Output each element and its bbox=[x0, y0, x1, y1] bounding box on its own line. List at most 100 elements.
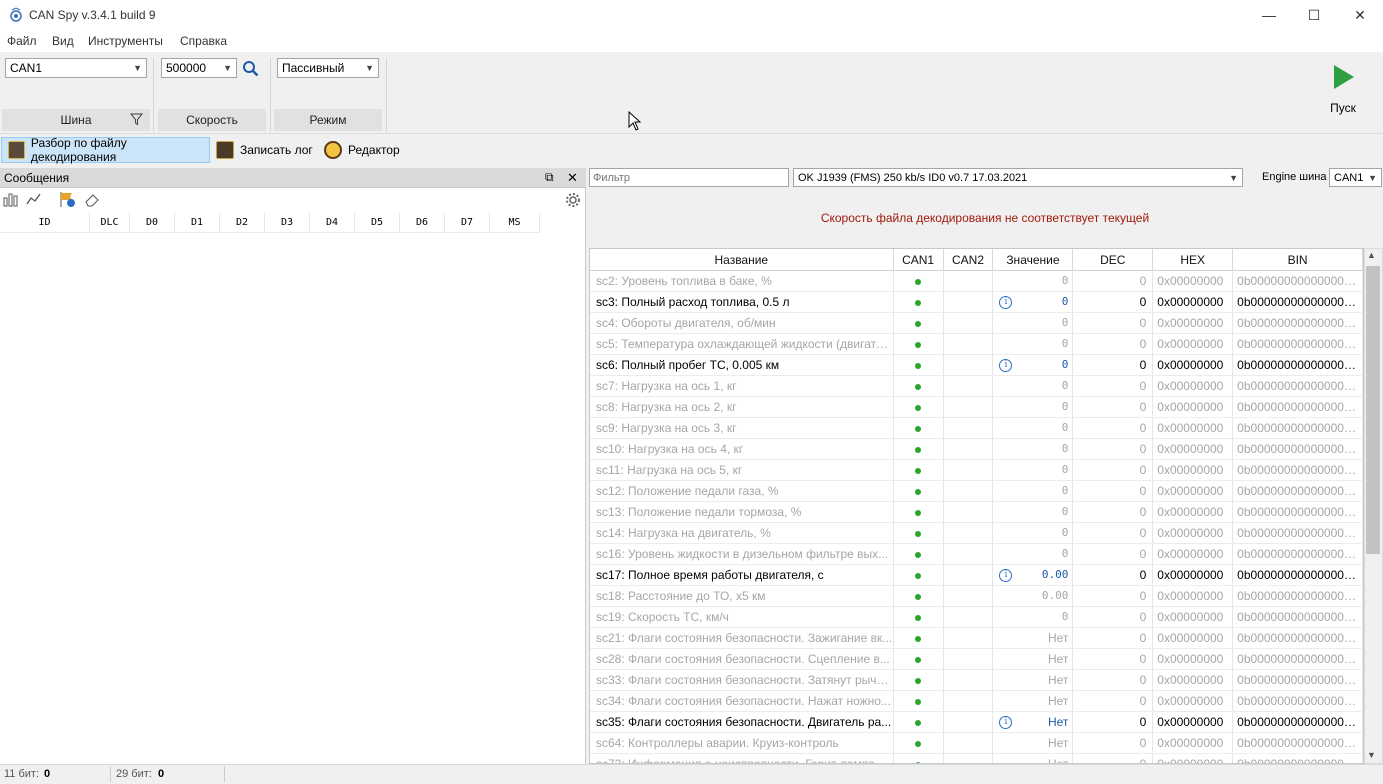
col-dec[interactable]: DEC bbox=[1073, 249, 1154, 270]
col-d6[interactable]: D6 bbox=[400, 213, 445, 232]
table-row[interactable]: sc10: Нагрузка на ось 4, кг 0 0 0x00000000 0… bbox=[590, 439, 1363, 460]
filter-input[interactable] bbox=[589, 168, 789, 187]
speed-mismatch-warning: Скорость файла декодирования не соответс… bbox=[820, 211, 1150, 225]
gear-icon[interactable] bbox=[565, 192, 581, 211]
signal-value: 0 bbox=[1061, 274, 1069, 287]
signal-value: 0 bbox=[1061, 358, 1069, 371]
table-row[interactable]: sc6: Полный пробег ТС, 0.005 км i 0 0 0x0000… bbox=[590, 355, 1363, 376]
bus-select[interactable]: CAN1 ▼ bbox=[5, 58, 147, 78]
info-icon[interactable]: i bbox=[999, 715, 1013, 729]
mode-select[interactable]: Пассивный ▼ bbox=[277, 58, 379, 78]
editor-button[interactable]: Редактор bbox=[318, 137, 406, 163]
engine-bus-select[interactable]: CAN1 ▼ bbox=[1329, 168, 1382, 187]
float-icon[interactable]: ⧉ bbox=[545, 170, 554, 185]
eraser-icon[interactable] bbox=[84, 192, 100, 210]
close-button[interactable]: ✕ bbox=[1337, 0, 1383, 30]
table-row[interactable]: sc4: Обороты двигателя, об/мин 0 0 0x000000… bbox=[590, 313, 1363, 334]
signal-value-cell: i0 bbox=[993, 292, 1074, 312]
table-row[interactable]: sc11: Нагрузка на ось 5, кг 0 0 0x00000000 0… bbox=[590, 460, 1363, 481]
table-row[interactable]: sc16: Уровень жидкости в дизельном фильт… bbox=[590, 544, 1363, 565]
scroll-up-icon[interactable]: ▲ bbox=[1367, 250, 1376, 260]
table-row[interactable]: sc34: Флаги состояния безопасности. Нажа… bbox=[590, 691, 1363, 712]
col-d0[interactable]: D0 bbox=[130, 213, 175, 232]
table-row[interactable]: sc12: Положение педали газа, % 0 0 0x000000… bbox=[590, 481, 1363, 502]
line-chart-icon[interactable] bbox=[26, 192, 42, 210]
menu-view[interactable]: Вид bbox=[52, 34, 74, 48]
editor-icon bbox=[324, 141, 342, 159]
table-row[interactable]: sc21: Флаги состояния безопасности. Зажи… bbox=[590, 628, 1363, 649]
signal-bin: 0b0000000000000000... bbox=[1233, 733, 1363, 753]
menu-file[interactable]: Файл bbox=[7, 34, 37, 48]
app-logo-icon bbox=[8, 7, 24, 23]
speed-select[interactable]: 500000 ▼ bbox=[161, 58, 237, 78]
table-row[interactable]: sc18: Расстояние до ТО, х5 км 0.00 0 0x0000… bbox=[590, 586, 1363, 607]
can1-status bbox=[894, 418, 944, 438]
scrollbar-thumb[interactable] bbox=[1366, 266, 1380, 554]
signal-name: sc64: Контроллеры аварии. Круиз-контроль bbox=[590, 733, 894, 753]
info-icon[interactable]: i bbox=[999, 568, 1013, 582]
signal-hex: 0x00000000 bbox=[1153, 607, 1234, 627]
can1-status bbox=[894, 712, 944, 732]
col-id[interactable]: ID bbox=[0, 213, 90, 232]
maximize-button[interactable]: ☐ bbox=[1291, 0, 1337, 30]
write-log-button[interactable]: Записать лог bbox=[210, 137, 319, 163]
col-d5[interactable]: D5 bbox=[355, 213, 400, 232]
col-hex[interactable]: HEX bbox=[1153, 249, 1234, 270]
minimize-button[interactable]: — bbox=[1246, 0, 1292, 30]
table-row[interactable]: sc72: Информация о неисправности. Горит … bbox=[590, 754, 1363, 763]
signal-value-cell: 0 bbox=[993, 271, 1074, 291]
table-row[interactable]: sc9: Нагрузка на ось 3, кг 0 0 0x00000000 0b… bbox=[590, 418, 1363, 439]
signal-value-cell: 0 bbox=[993, 481, 1074, 501]
col-d3[interactable]: D3 bbox=[265, 213, 310, 232]
table-row[interactable]: sc14: Нагрузка на двигатель, % 0 0 0x000000… bbox=[590, 523, 1363, 544]
close-panel-icon[interactable]: ✕ bbox=[567, 170, 578, 186]
profile-select[interactable]: OK J1939 (FMS) 250 kb/s ID0 v0.7 17.03.2… bbox=[793, 168, 1243, 187]
col-can1[interactable]: CAN1 bbox=[894, 249, 944, 270]
table-row[interactable]: sc13: Положение педали тормоза, % 0 0 0x000… bbox=[590, 502, 1363, 523]
decode-file-button[interactable]: Разбор по файлу декодирования bbox=[1, 136, 210, 164]
table-row[interactable]: sc7: Нагрузка на ось 1, кг 0 0 0x00000000 0b… bbox=[590, 376, 1363, 397]
table-row[interactable]: sc33: Флаги состояния безопасности. Затя… bbox=[590, 670, 1363, 691]
table-row[interactable]: sc28: Флаги состояния безопасности. Сцеп… bbox=[590, 649, 1363, 670]
table-row[interactable]: sc35: Флаги состояния безопасности. Двиг… bbox=[590, 712, 1363, 733]
can2-status bbox=[944, 628, 994, 648]
col-value[interactable]: Значение bbox=[993, 249, 1074, 270]
menu-tools[interactable]: Инструменты bbox=[88, 34, 163, 48]
menu-help[interactable]: Справка bbox=[180, 34, 227, 48]
start-button[interactable]: Пуск bbox=[1320, 62, 1366, 118]
table-row[interactable]: sc8: Нагрузка на ось 2, кг 0 0 0x00000000 0b… bbox=[590, 397, 1363, 418]
col-d1[interactable]: D1 bbox=[175, 213, 220, 232]
col-name[interactable]: Название bbox=[590, 249, 894, 270]
search-icon[interactable] bbox=[242, 60, 259, 80]
signal-hex: 0x00000000 bbox=[1153, 544, 1234, 564]
signal-dec: 0 bbox=[1073, 754, 1154, 763]
status-dot-icon bbox=[915, 321, 922, 327]
signal-hex: 0x00000000 bbox=[1153, 292, 1234, 312]
speed-group-label: Скорость bbox=[158, 109, 266, 131]
flag-icon[interactable] bbox=[59, 191, 77, 211]
col-bin[interactable]: BIN bbox=[1233, 249, 1363, 270]
table-row[interactable]: sc2: Уровень топлива в баке, % 0 0 0x000000… bbox=[590, 271, 1363, 292]
messages-panel bbox=[0, 168, 586, 764]
scroll-down-icon[interactable]: ▼ bbox=[1367, 750, 1376, 760]
signal-value-cell: 0 bbox=[993, 313, 1074, 333]
col-d7[interactable]: D7 bbox=[445, 213, 490, 232]
col-d4[interactable]: D4 bbox=[310, 213, 355, 232]
table-row[interactable]: sc19: Скорость ТС, км/ч 0 0 0x00000000 0b000… bbox=[590, 607, 1363, 628]
col-can2[interactable]: CAN2 bbox=[944, 249, 994, 270]
info-icon[interactable]: i bbox=[999, 295, 1013, 309]
table-row[interactable]: sc17: Полное время работы двигателя, с i 0… bbox=[590, 565, 1363, 586]
speed-label: Скорость bbox=[186, 113, 238, 127]
filter-icon[interactable] bbox=[129, 113, 144, 129]
can1-status bbox=[894, 523, 944, 543]
table-row[interactable]: sc3: Полный расход топлива, 0.5 л i 0 0 0x00… bbox=[590, 292, 1363, 313]
bar-chart-icon[interactable] bbox=[3, 192, 19, 210]
info-icon[interactable]: i bbox=[999, 358, 1013, 372]
chevron-down-icon: ▼ bbox=[223, 63, 232, 73]
col-dlc[interactable]: DLC bbox=[90, 213, 130, 232]
col-d2[interactable]: D2 bbox=[220, 213, 265, 232]
col-ms[interactable]: MS bbox=[490, 213, 540, 232]
table-row[interactable]: sc64: Контроллеры аварии. Круиз-контроль… bbox=[590, 733, 1363, 754]
table-row[interactable]: sc5: Температура охлаждающей жидкости (д… bbox=[590, 334, 1363, 355]
signal-name: sc19: Скорость ТС, км/ч bbox=[590, 607, 894, 627]
